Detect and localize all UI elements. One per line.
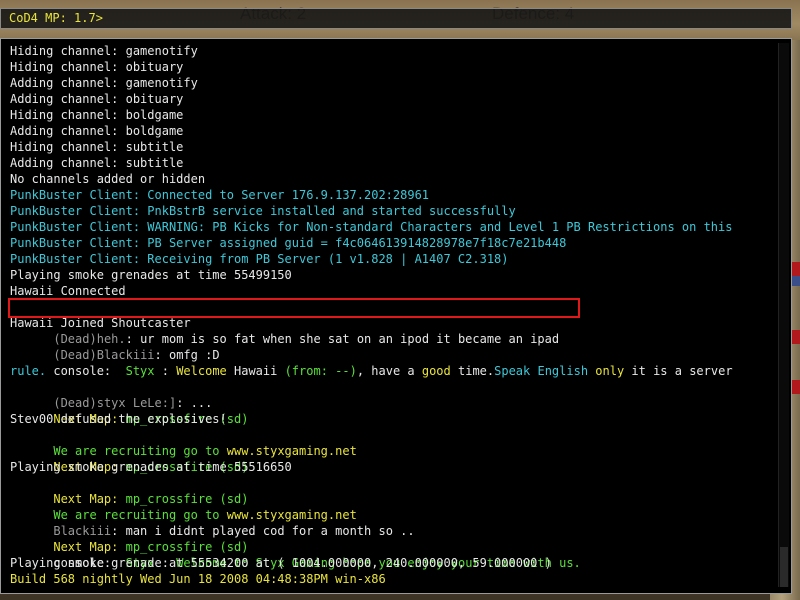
- console-line-punkbuster: PunkBuster Client: WARNING: PB Kicks for…: [10, 220, 733, 234]
- console-output-panel[interactable]: Hiding channel: gamenotify Hiding channe…: [0, 38, 792, 594]
- console-line: Playing smoke grenades at time 55516650: [10, 460, 292, 474]
- console-line: Adding channel: subtitle: [10, 156, 184, 170]
- console-line: Stev00 defused the explosives!: [10, 412, 227, 426]
- message-text: , have a: [356, 364, 422, 378]
- message-text: good: [421, 364, 451, 378]
- player-name: Blackiii: [96, 348, 155, 362]
- highlight-box: [8, 298, 580, 318]
- console-line-next-map: Next Map: mp_crossfire (sd): [10, 475, 773, 506]
- console-line: No channels added or hidden: [10, 172, 206, 186]
- console-line: Adding channel: boldgame: [10, 124, 184, 138]
- console-lines: Hiding channel: gamenotify Hiding channe…: [8, 43, 773, 587]
- console-line: Hiding channel: gamenotify: [10, 44, 198, 58]
- player-name: styx LeLe:]: [96, 396, 177, 410]
- styx-tag: Styx: [125, 364, 155, 378]
- console-line: Hiding channel: subtitle: [10, 140, 184, 154]
- next-map-label: Next Map:: [53, 492, 126, 506]
- console-scrollbar[interactable]: [778, 43, 789, 587]
- console-line: Playing smoke grenade at 55534200 at ( 1…: [10, 556, 552, 570]
- chat-message: : ...: [176, 396, 213, 410]
- recruit-text: We are recruiting go to: [53, 508, 227, 522]
- build-info: Build 568 nightly Wed Jun 18 2008 04:48:…: [10, 572, 386, 586]
- message-text: only: [595, 364, 625, 378]
- recruit-url: www.styxgaming.net: [226, 508, 357, 522]
- player-name: heh.: [96, 332, 126, 346]
- player-name: Hawaii: [234, 364, 285, 378]
- from-text: (from: --): [284, 364, 357, 378]
- message-text: time.: [450, 364, 495, 378]
- console-line-punkbuster: PunkBuster Client: Receiving from PB Ser…: [10, 252, 509, 266]
- next-map-value: mp_crossfire (sd): [125, 492, 249, 506]
- next-map-value: mp_crossfire (sd): [125, 540, 249, 554]
- console-line: Hiding channel: boldgame: [10, 108, 184, 122]
- recruit-text: We are recruiting go to: [53, 444, 227, 458]
- message-text: Speak English: [494, 364, 596, 378]
- message-text: it is a server: [624, 364, 733, 378]
- console-input-bar[interactable]: CoD4 MP: 1.7>: [0, 8, 792, 29]
- separator: :: [154, 364, 177, 378]
- console-line-punkbuster: PunkBuster Client: Connected to Server 1…: [10, 188, 430, 202]
- player-name: Blackiii: [53, 524, 112, 538]
- console-line-chat-highlighted: (Dead)heh.: ur mom is so fat when she sa…: [8, 298, 773, 346]
- chat-message: : ur mom is so fat when she sat on an ip…: [125, 332, 560, 346]
- dead-tag: (Dead): [53, 348, 97, 362]
- welcome-text: Welcome: [176, 364, 234, 378]
- next-map-label: Next Map:: [53, 540, 126, 554]
- console-line: Hawaii Connected: [10, 284, 126, 298]
- console-line-punkbuster: PunkBuster Client: PnkBstrB service inst…: [10, 204, 516, 218]
- chat-message: : man i didnt played cod for a month so …: [111, 524, 415, 538]
- console-line: Adding channel: obituary: [10, 92, 184, 106]
- recruit-url: www.styxgaming.net: [226, 444, 357, 458]
- console-line-chat: (Dead)styx LeLe:]: ...: [10, 379, 773, 410]
- console-line: Adding channel: gamenotify: [10, 76, 198, 90]
- console-line: Playing smoke grenades at time 55499150: [10, 268, 292, 282]
- chat-message: : omfg :D: [154, 348, 220, 362]
- console-prompt[interactable]: CoD4 MP: 1.7>: [9, 11, 103, 25]
- dead-tag: (Dead): [53, 332, 97, 346]
- console-prefix: console:: [53, 364, 126, 378]
- console-line: Hiding channel: obituary: [10, 60, 184, 74]
- console-scroll-thumb[interactable]: [780, 547, 788, 587]
- console-line-recruit: We are recruiting go to www.styxgaming.n…: [10, 427, 773, 458]
- dead-tag: (Dead): [53, 396, 97, 410]
- console-line-punkbuster: PunkBuster Client: PB Server assigned gu…: [10, 236, 567, 250]
